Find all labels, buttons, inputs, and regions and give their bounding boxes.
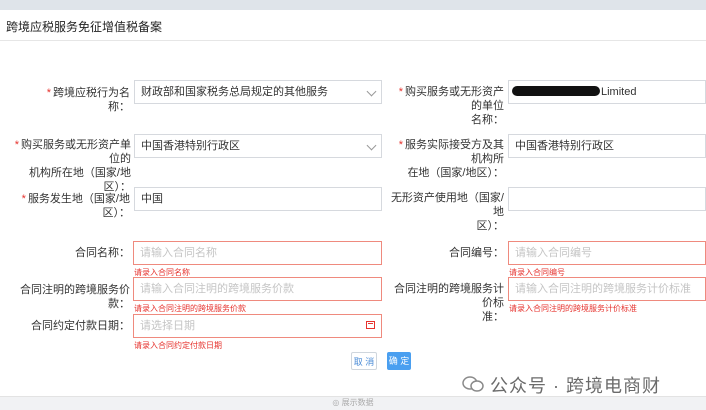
dialog-panel: 跨境应税服务免征增值税备案 * 跨境应税行为名称： 财政部和国家税务总局规定的其他… bbox=[0, 0, 706, 410]
footer-text: ◎ 展示数据 bbox=[332, 398, 374, 407]
taxable-act-select[interactable]: 财政部和国家税务总局规定的其他服务 bbox=[134, 80, 382, 104]
contract-price-input[interactable]: 请输入合同注明的跨境服务价款 bbox=[133, 277, 382, 301]
buyer-location-select[interactable]: 中国香港特别行政区 bbox=[134, 134, 382, 158]
label-taxable-act-name: * 跨境应税行为名称： bbox=[46, 87, 130, 113]
payment-date-error: 请录入合同约定付款日期 bbox=[134, 341, 222, 350]
label-buyer-name: * 购买服务或无形资产的单位 名称： bbox=[398, 86, 504, 126]
calendar-icon bbox=[366, 321, 375, 329]
footer-bar: ◎ 展示数据 bbox=[0, 396, 706, 410]
watermark-text: 公众号 · 跨境电商财 bbox=[490, 376, 661, 396]
redaction-mark bbox=[512, 86, 600, 96]
pricing-standard-error: 请录入合同注明的跨境服务计价标准 bbox=[509, 304, 637, 313]
actual-receiver-location-input[interactable]: 中国香港特别行政区 bbox=[508, 134, 706, 158]
label-contract-name: 合同名称： bbox=[75, 247, 130, 259]
wechat-icon bbox=[462, 376, 484, 392]
label-intangible-usage-location: 无形资产使用地（国家/地 区）： bbox=[390, 192, 504, 232]
chevron-down-icon bbox=[366, 86, 377, 97]
label-actual-receiver-location: * 服务实际接受方及其机构所 在地（国家/地区）： bbox=[398, 139, 504, 179]
label-payment-date: 合同约定付款日期： bbox=[31, 320, 130, 332]
chevron-down-icon bbox=[366, 140, 377, 151]
payment-date-picker[interactable]: 请选择日期 bbox=[133, 314, 382, 338]
confirm-button[interactable]: 确 定 bbox=[387, 352, 411, 370]
service-location-input[interactable]: 中国 bbox=[134, 187, 382, 211]
label-contract-number: 合同编号： bbox=[449, 247, 504, 259]
top-bar bbox=[0, 0, 706, 10]
label-pricing-standard: 合同注明的跨境服务计价标 准： bbox=[394, 283, 504, 323]
label-contract-price: 合同注明的跨境服务价款： bbox=[20, 284, 130, 310]
contract-number-input[interactable]: 请输入合同编号 bbox=[508, 241, 706, 265]
intangible-usage-location-input[interactable] bbox=[508, 187, 706, 211]
page-title: 跨境应税服务免征增值税备案 bbox=[6, 20, 163, 34]
label-buyer-location: * 购买服务或无形资产单位的 机构所在地（国家/地区）： bbox=[14, 139, 131, 193]
contract-price-error: 请录入合同注明的跨境服务价款 bbox=[134, 304, 246, 313]
label-service-location: * 服务发生地（国家/地区）： bbox=[21, 193, 130, 219]
pricing-standard-input[interactable]: 请输入合同注明的跨境服务计价标准 bbox=[508, 277, 706, 301]
cancel-button[interactable]: 取 消 bbox=[351, 352, 377, 370]
title-divider bbox=[0, 40, 706, 41]
contract-name-input[interactable]: 请输入合同名称 bbox=[133, 241, 382, 265]
